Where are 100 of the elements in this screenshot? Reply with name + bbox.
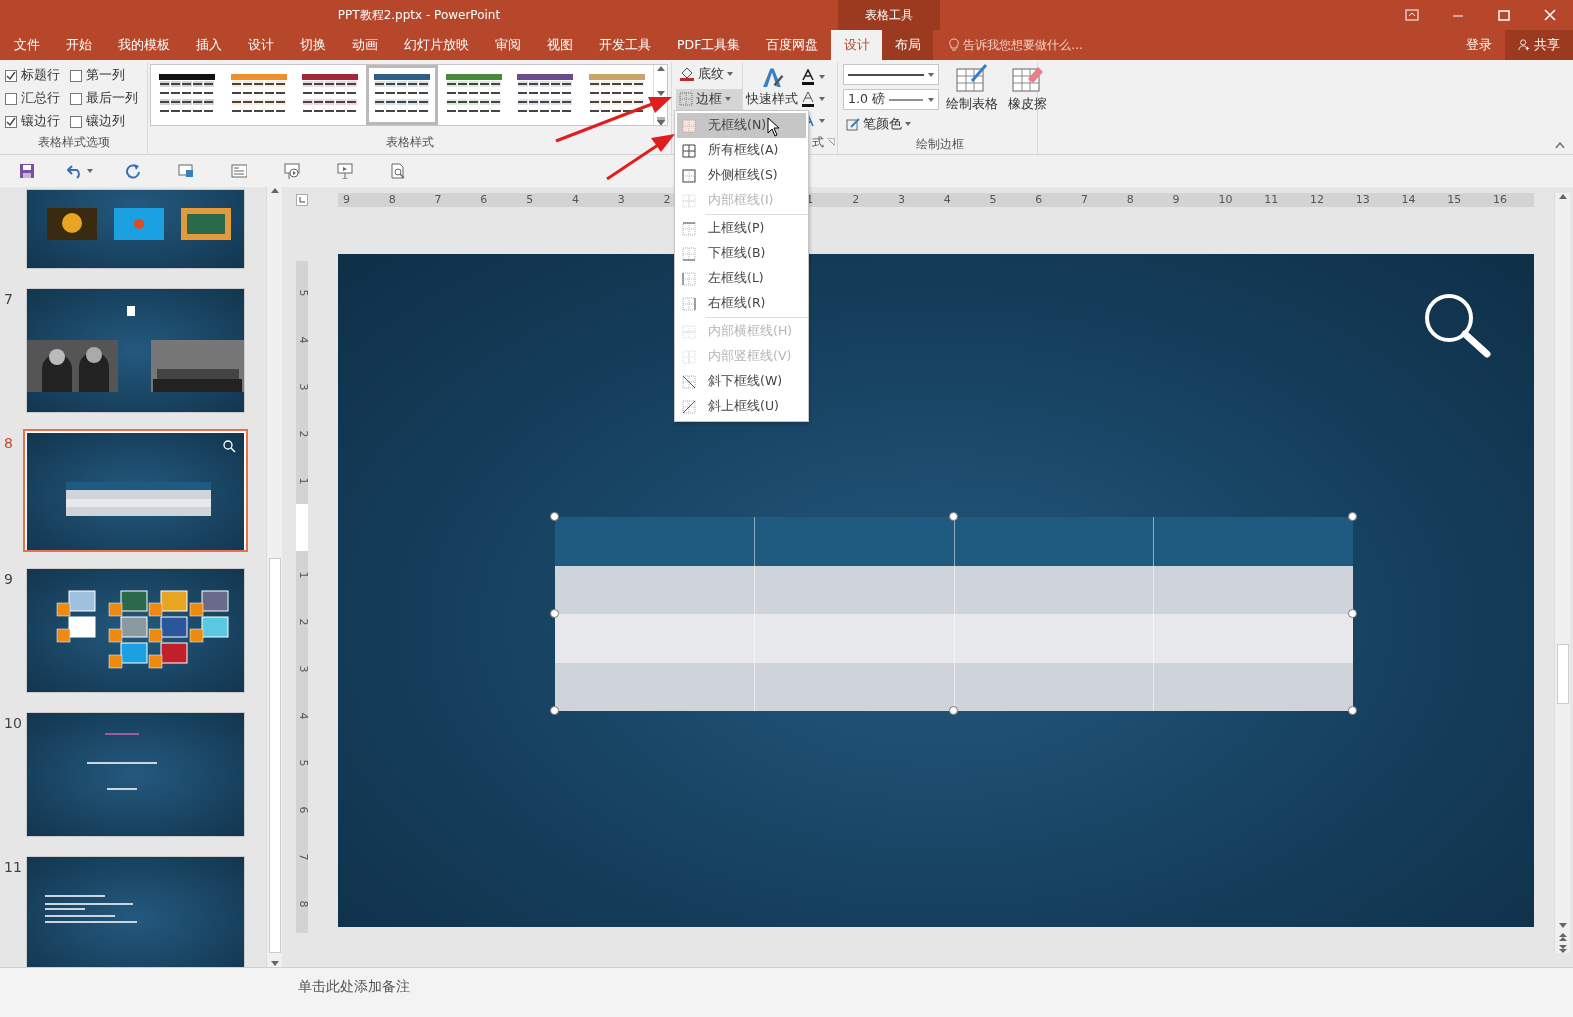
table-cell[interactable] <box>1154 517 1353 566</box>
checkbox[interactable]: 镶边行 <box>5 110 70 133</box>
checkbox[interactable]: 标题行 <box>5 64 70 87</box>
ribbon-tab[interactable]: 我的模板 <box>105 30 183 60</box>
menu-item[interactable]: 外侧框线(S) <box>677 163 806 188</box>
slide-thumbnail[interactable] <box>23 429 248 552</box>
maximize-icon[interactable] <box>1497 9 1511 21</box>
resize-handle[interactable] <box>1348 512 1357 521</box>
close-icon[interactable] <box>1543 9 1557 21</box>
projector-screen-icon[interactable] <box>336 163 353 179</box>
repeat-icon[interactable] <box>124 163 141 179</box>
next-slide-icon[interactable] <box>1558 945 1567 953</box>
menu-item[interactable]: 斜下框线(W) <box>677 369 806 394</box>
print-preview-icon[interactable] <box>389 163 406 179</box>
ribbon-tab[interactable]: 百度网盘 <box>753 30 832 60</box>
resize-handle[interactable] <box>1348 609 1357 618</box>
ribbon-display-options-icon[interactable] <box>1405 9 1419 21</box>
table-cell[interactable] <box>754 565 955 614</box>
table-cell[interactable] <box>954 517 1155 566</box>
ribbon-tab[interactable]: 开始 <box>53 30 105 60</box>
slide-thumbnail[interactable] <box>27 190 244 268</box>
table-cell[interactable] <box>754 517 955 566</box>
slide-thumbnail[interactable] <box>27 569 244 692</box>
slide-thumbnail[interactable] <box>27 857 244 967</box>
ribbon-tab[interactable]: 设计 <box>831 30 883 60</box>
notes-placeholder[interactable]: 单击此处添加备注 <box>0 967 1573 1017</box>
checkbox[interactable]: 第一列 <box>70 64 138 87</box>
resize-handle[interactable] <box>949 706 958 715</box>
ribbon-tab[interactable]: 开发工具 <box>586 30 664 60</box>
menu-item[interactable]: 无框线(N) <box>677 113 806 138</box>
ruler-number: 8 <box>1126 193 1134 207</box>
resize-handle[interactable] <box>550 609 559 618</box>
ribbon-tab[interactable]: 幻灯片放映 <box>391 30 482 60</box>
presenter-play-icon[interactable] <box>283 163 300 179</box>
menu-item[interactable]: 下框线(B) <box>677 241 806 266</box>
pen-color-button[interactable]: 笔颜色 <box>843 114 939 135</box>
checkbox[interactable]: 镶边列 <box>70 110 138 133</box>
ribbon-tab[interactable]: PDF工具集 <box>664 30 754 60</box>
table-cell[interactable] <box>555 662 755 711</box>
checkbox[interactable]: 最后一列 <box>70 87 138 110</box>
table-cell[interactable] <box>1154 614 1353 663</box>
shading-button[interactable]: 底纹 <box>676 64 742 85</box>
scroll-up-icon[interactable] <box>1558 193 1567 199</box>
table[interactable] <box>555 517 1353 711</box>
more-styles-icon[interactable] <box>656 117 665 125</box>
quick-styles-button[interactable]: 快速样式 <box>743 62 801 110</box>
ribbon-tab[interactable]: 视图 <box>534 30 586 60</box>
text-fill-icon[interactable] <box>801 69 815 85</box>
slide-thumbnail[interactable] <box>27 713 244 836</box>
ribbon-tab[interactable]: 插入 <box>183 30 235 60</box>
ribbon-tab[interactable]: 文件 <box>0 30 53 60</box>
table-cell[interactable] <box>754 662 955 711</box>
table-cell[interactable] <box>555 517 755 566</box>
undo-icon[interactable] <box>66 163 83 179</box>
table-cell[interactable] <box>555 614 755 663</box>
table-cell[interactable] <box>754 614 955 663</box>
resize-handle[interactable] <box>949 512 958 521</box>
pen-weight-dropdown[interactable]: 1.0 磅 <box>843 89 939 110</box>
table-cell[interactable] <box>954 565 1155 614</box>
table-cell[interactable] <box>1154 662 1353 711</box>
table-cell[interactable] <box>954 662 1155 711</box>
table-cell[interactable] <box>954 614 1155 663</box>
tab-stop-icon[interactable] <box>296 194 308 206</box>
ribbon-tab[interactable]: 设计 <box>235 30 287 60</box>
table-cell[interactable] <box>1154 565 1353 614</box>
caret-icon[interactable] <box>86 169 93 173</box>
ribbon-tab[interactable]: 布局 <box>882 30 934 60</box>
sign-in-link[interactable]: 登录 <box>1453 30 1505 60</box>
resize-handle[interactable] <box>550 512 559 521</box>
ribbon-tab[interactable]: 动画 <box>339 30 391 60</box>
resize-handle[interactable] <box>550 706 559 715</box>
slide-icon[interactable] <box>177 163 194 179</box>
resize-handle[interactable] <box>1348 706 1357 715</box>
previous-slide-icon[interactable] <box>1558 933 1567 941</box>
text-outline-icon[interactable] <box>801 91 815 107</box>
slide-thumbnail[interactable] <box>27 289 244 412</box>
pen-style-dropdown[interactable] <box>843 64 939 85</box>
checkbox[interactable]: 汇总行 <box>5 87 70 110</box>
collapse-ribbon-icon[interactable] <box>1555 142 1565 148</box>
draw-table-button[interactable]: 绘制表格 <box>943 62 1001 135</box>
eraser-button[interactable]: 橡皮擦 <box>1005 62 1050 135</box>
dialog-launcher-icon[interactable] <box>827 138 835 146</box>
slide-number: 11 <box>4 859 22 875</box>
menu-item[interactable]: 所有框线(A) <box>677 138 806 163</box>
tell-me-search[interactable]: 告诉我您想要做什么... <box>963 36 1083 54</box>
save-icon[interactable] <box>18 163 35 179</box>
menu-item[interactable]: 斜上框线(U) <box>677 394 806 419</box>
scrollbar-thumb[interactable] <box>268 558 281 953</box>
share-button[interactable]: 共享 <box>1505 30 1573 60</box>
menu-item[interactable]: 上框线(P) <box>677 216 806 241</box>
menu-item[interactable]: 左框线(L) <box>677 266 806 291</box>
table-cell[interactable] <box>555 565 755 614</box>
ribbon-tab[interactable]: 审阅 <box>482 30 534 60</box>
borders-button[interactable]: 边框 <box>676 88 742 110</box>
scroll-up-icon[interactable] <box>656 65 665 71</box>
table-style-swatch[interactable] <box>366 65 438 125</box>
ribbon-tab[interactable]: 切换 <box>287 30 339 60</box>
menu-item[interactable]: 右框线(R) <box>677 291 806 316</box>
scroll-down-icon[interactable] <box>1558 923 1567 929</box>
scrollbar-thumb[interactable] <box>1556 644 1569 704</box>
